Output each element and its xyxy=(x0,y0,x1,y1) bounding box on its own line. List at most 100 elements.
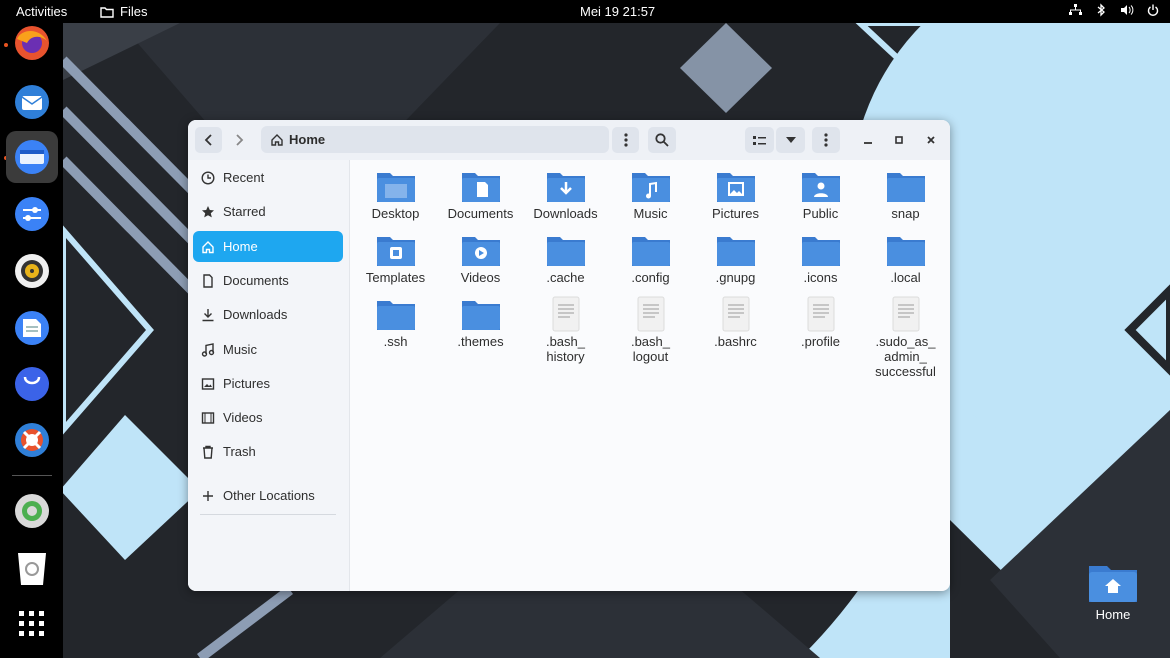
item-icon xyxy=(523,296,608,332)
dock-help[interactable] xyxy=(6,414,58,466)
sidebar-item-trash[interactable]: Trash xyxy=(193,436,343,467)
header-bar: Home xyxy=(188,120,950,160)
sidebar-item-downloads[interactable]: Downloads xyxy=(193,299,343,330)
item-icon xyxy=(438,232,523,268)
item-icon xyxy=(778,168,863,204)
folder-item[interactable]: Public xyxy=(778,168,863,221)
folder-item[interactable]: .icons xyxy=(778,232,863,285)
file-item[interactable]: .bash_ history xyxy=(523,296,608,364)
plus-icon xyxy=(203,490,213,501)
file-item[interactable]: .profile xyxy=(778,296,863,349)
minimize-button[interactable] xyxy=(856,127,880,153)
recent-icon xyxy=(201,170,215,185)
folder-item[interactable]: Desktop xyxy=(353,168,438,221)
dock-trash[interactable] xyxy=(6,542,58,594)
item-label: .sudo_as_ admin_ successful xyxy=(875,334,936,379)
text-editor-icon xyxy=(15,311,49,345)
path-bar[interactable]: Home xyxy=(261,126,609,153)
item-icon xyxy=(353,296,438,332)
item-icon xyxy=(608,296,693,332)
files-icon xyxy=(15,140,49,174)
network-icon xyxy=(1068,3,1082,17)
dock-rhythmbox[interactable] xyxy=(6,245,58,297)
sidebar-separator xyxy=(200,514,336,515)
folder-item[interactable]: .themes xyxy=(438,296,523,349)
dock-files[interactable] xyxy=(6,131,58,183)
kebab-menu-icon xyxy=(824,133,828,147)
folder-item[interactable]: Pictures xyxy=(693,168,778,221)
sidebar-item-label: Trash xyxy=(223,444,256,459)
main-menu-button[interactable] xyxy=(812,127,840,153)
desktop-home-shortcut[interactable]: Home xyxy=(1083,560,1143,622)
clock[interactable]: Mei 19 21:57 xyxy=(580,4,655,19)
item-icon xyxy=(778,232,863,268)
item-label: Pictures xyxy=(712,206,759,221)
file-item[interactable]: .bash_ logout xyxy=(608,296,693,364)
bluetooth-icon xyxy=(1094,3,1108,17)
sidebar-item-label: Music xyxy=(223,342,257,357)
search-icon xyxy=(655,133,669,147)
sidebar-item-label: Documents xyxy=(223,273,289,288)
sidebar-item-music[interactable]: Music xyxy=(193,334,343,365)
app-menu[interactable]: Files xyxy=(100,4,147,19)
view-toggle-button[interactable] xyxy=(745,127,774,153)
sidebar-item-label: Downloads xyxy=(223,307,288,322)
folder-item[interactable]: .local xyxy=(863,232,948,285)
folder-item[interactable]: Music xyxy=(608,168,693,221)
dock-show-apps[interactable] xyxy=(6,598,58,650)
item-icon xyxy=(693,296,778,332)
folder-item[interactable]: .gnupg xyxy=(693,232,778,285)
chevron-right-icon xyxy=(235,134,243,146)
dock xyxy=(0,23,63,658)
activities-button[interactable]: Activities xyxy=(16,4,67,19)
folder-icon xyxy=(461,237,500,266)
home-icon xyxy=(202,240,214,253)
item-icon xyxy=(438,296,523,332)
view-options-button[interactable] xyxy=(776,127,805,153)
sidebar-item-videos[interactable]: Videos xyxy=(193,402,343,433)
folder-item[interactable]: .cache xyxy=(523,232,608,285)
maximize-icon xyxy=(895,136,903,144)
chevron-down-icon xyxy=(785,137,796,143)
search-button[interactable] xyxy=(648,127,676,153)
sidebar-item-documents[interactable]: Documents xyxy=(193,265,343,296)
dock-text-editor[interactable] xyxy=(6,302,58,354)
folder-item[interactable]: snap xyxy=(863,168,948,221)
dock-firefox[interactable] xyxy=(6,23,58,63)
item-label: Music xyxy=(633,206,668,221)
path-menu-button[interactable] xyxy=(612,127,639,153)
file-item[interactable]: .bashrc xyxy=(693,296,778,349)
folder-item[interactable]: Downloads xyxy=(523,168,608,221)
dock-disk[interactable] xyxy=(6,485,58,537)
close-button[interactable] xyxy=(919,127,943,153)
rhythmbox-icon xyxy=(15,254,49,288)
dock-settings[interactable] xyxy=(6,188,58,240)
item-label: .cache xyxy=(546,270,585,285)
sidebar-item-home[interactable]: Home xyxy=(193,231,343,262)
forward-button[interactable] xyxy=(225,127,252,153)
sidebar-item-recent[interactable]: Recent xyxy=(193,162,343,193)
list-view-icon xyxy=(753,135,766,145)
item-label: .ssh xyxy=(383,334,408,349)
item-icon xyxy=(523,232,608,268)
folder-icon xyxy=(100,6,114,18)
dock-thunderbird[interactable] xyxy=(6,76,58,128)
item-label: Videos xyxy=(460,270,501,285)
folder-item[interactable]: .config xyxy=(608,232,693,285)
desktop-home-label: Home xyxy=(1095,607,1131,622)
text-file-icon xyxy=(552,296,579,332)
item-label: .bash_ logout xyxy=(630,334,671,364)
maximize-button[interactable] xyxy=(887,127,911,153)
sidebar-item-pictures[interactable]: Pictures xyxy=(193,368,343,399)
file-item[interactable]: .sudo_as_ admin_ successful xyxy=(863,296,948,379)
system-tray[interactable] xyxy=(1068,3,1160,17)
folder-item[interactable]: Videos xyxy=(438,232,523,285)
sidebar-item-other-locations[interactable]: Other Locations xyxy=(193,480,343,511)
folder-item[interactable]: Documents xyxy=(438,168,523,221)
back-button[interactable] xyxy=(195,127,222,153)
dock-app-center[interactable] xyxy=(6,358,58,410)
folder-item[interactable]: Templates xyxy=(353,232,438,285)
folder-item[interactable]: .ssh xyxy=(353,296,438,349)
sidebar-item-starred[interactable]: Starred xyxy=(193,196,343,227)
text-file-icon xyxy=(722,296,749,332)
